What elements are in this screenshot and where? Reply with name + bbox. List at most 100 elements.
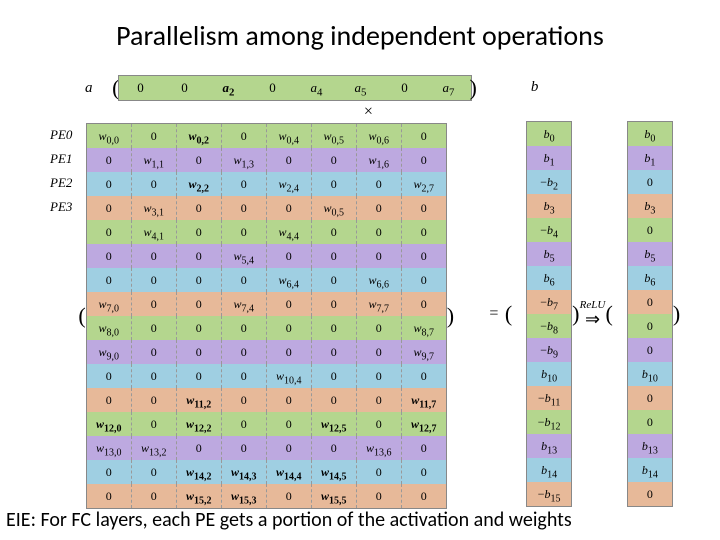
vec-cell: b6	[628, 266, 672, 290]
matrix-cell: 0	[221, 412, 266, 436]
vec-cell: b3	[527, 194, 571, 218]
matrix-cell: w9,7	[401, 340, 446, 364]
matrix-cell: 0	[221, 316, 266, 340]
matrix-cell: w0,6	[356, 124, 401, 148]
matrix-cell: 0	[311, 316, 356, 340]
matrix-cell: 0	[131, 388, 176, 412]
matrix-cell: 0	[356, 244, 401, 268]
matrix-row: 0000w6,40w6,60	[87, 268, 446, 292]
matrix-cell: 0	[176, 340, 221, 364]
pe-labels: PE0PE1PE2PE3	[50, 123, 72, 509]
matrix-cell: 0	[87, 244, 131, 268]
vec-cell: b1	[527, 146, 571, 170]
a-cell: a2	[207, 76, 251, 100]
vec-cell: b10	[628, 362, 672, 386]
matrix-cell: 0	[266, 292, 311, 316]
matrix-cell: w11,7	[401, 388, 446, 412]
matrix-cell: 0	[221, 388, 266, 412]
matrix-cell: w2,7	[401, 172, 446, 196]
matrix-cell: 0	[356, 388, 401, 412]
matrix-cell: 0	[356, 460, 401, 484]
matrix-cell: 0	[176, 436, 221, 460]
matrix-cell: 0	[311, 244, 356, 268]
relu-arrow: ReLU ⇒	[579, 299, 605, 330]
matrix-cell: w7,7	[356, 292, 401, 316]
matrix-cell: 0	[176, 268, 221, 292]
vec-cell: 0	[628, 170, 672, 194]
vec-cell: −b12	[527, 410, 571, 434]
matrix-cell: 0	[176, 148, 221, 172]
matrix-cell: 0	[401, 460, 446, 484]
matrix-cell: w4,1	[131, 220, 176, 244]
matrix-cell: 0	[221, 364, 266, 388]
matrix-cell: 0	[176, 316, 221, 340]
vec-cell: b0	[527, 122, 571, 146]
matrix-cell: 0	[401, 292, 446, 316]
matrix-cell: 0	[87, 268, 131, 292]
matrix-cell: 0	[221, 340, 266, 364]
matrix-row: 0w1,10w1,300w1,60	[87, 148, 446, 172]
weight-matrix: w0,00w0,20w0,4w0,5w0,600w1,10w1,300w1,60…	[86, 123, 447, 509]
matrix-cell: w12,0	[87, 412, 131, 436]
matrix-cell: 0	[87, 364, 131, 388]
matrix-cell: 0	[311, 220, 356, 244]
output-pre-relu: b0b1−b2b3−b4b5b6−b7−b8−b9b10−b11−b12b13b…	[526, 121, 572, 507]
matrix-row: w7,000w7,400w7,70	[87, 292, 446, 316]
matrix-cell: 0	[87, 220, 131, 244]
matrix-cell: 0	[176, 364, 221, 388]
caption: EIE: For FC layers, each PE gets a porti…	[6, 508, 572, 532]
matrix-cell: 0	[176, 220, 221, 244]
vec-cell: 0	[628, 410, 672, 434]
matrix-cell: 0	[87, 148, 131, 172]
matrix-row: 00w2,20w2,400w2,7	[87, 172, 446, 196]
matrix-cell: 0	[176, 244, 221, 268]
matrix-cell: 0	[131, 268, 176, 292]
matrix-cell: 0	[311, 292, 356, 316]
vec-cell: −b15	[527, 482, 571, 506]
matrix-cell: 0	[266, 196, 311, 220]
vec-cell: b10	[527, 362, 571, 386]
matrix-cell: w0,5	[311, 196, 356, 220]
matrix-cell: 0	[131, 484, 176, 508]
pe-label: PE3	[50, 195, 72, 219]
matrix-cell: 0	[266, 484, 311, 508]
matrix-cell: 0	[401, 220, 446, 244]
matrix-cell: 0	[311, 268, 356, 292]
a-cell: a5	[339, 76, 383, 100]
matrix-row: 000w5,40000	[87, 244, 446, 268]
matrix-cell: 0	[266, 316, 311, 340]
matrix-cell: w1,6	[356, 148, 401, 172]
pe-label: PE1	[50, 147, 72, 171]
matrix-cell: w12,7	[401, 412, 446, 436]
vec-cell: −b11	[527, 386, 571, 410]
matrix-cell: w14,3	[221, 460, 266, 484]
matrix-cell: 0	[401, 268, 446, 292]
matrix-cell: 0	[131, 292, 176, 316]
a-cell: a4	[295, 76, 339, 100]
vec-cell: 0	[628, 482, 672, 506]
matrix-cell: 0	[266, 412, 311, 436]
vec-cell: −b9	[527, 338, 571, 362]
vec-cell: b14	[628, 458, 672, 482]
matrix-cell: 0	[356, 316, 401, 340]
matrix-row: w8,0000000w8,7	[87, 316, 446, 340]
matrix-cell: 0	[356, 172, 401, 196]
vec-cell: b6	[527, 266, 571, 290]
matrix-cell: 0	[266, 340, 311, 364]
matrix-cell: 0	[221, 268, 266, 292]
vec-cell: b13	[628, 434, 672, 458]
vec-cell: b13	[527, 434, 571, 458]
matrix-cell: 0	[401, 364, 446, 388]
matrix-cell: 0	[131, 244, 176, 268]
matrix-cell: w14,2	[176, 460, 221, 484]
a-cell: 0	[251, 76, 295, 100]
matrix-row: w0,00w0,20w0,4w0,5w0,60	[87, 124, 446, 148]
matrix-cell: w3,1	[131, 196, 176, 220]
matrix-cell: w0,2	[176, 124, 221, 148]
page-title: Parallelism among independent operations	[0, 0, 720, 53]
matrix-cell: 0	[311, 364, 356, 388]
matrix-cell: w7,0	[87, 292, 131, 316]
matrix-cell: 0	[266, 388, 311, 412]
matrix-cell: w6,4	[266, 268, 311, 292]
matrix-cell: 0	[401, 244, 446, 268]
